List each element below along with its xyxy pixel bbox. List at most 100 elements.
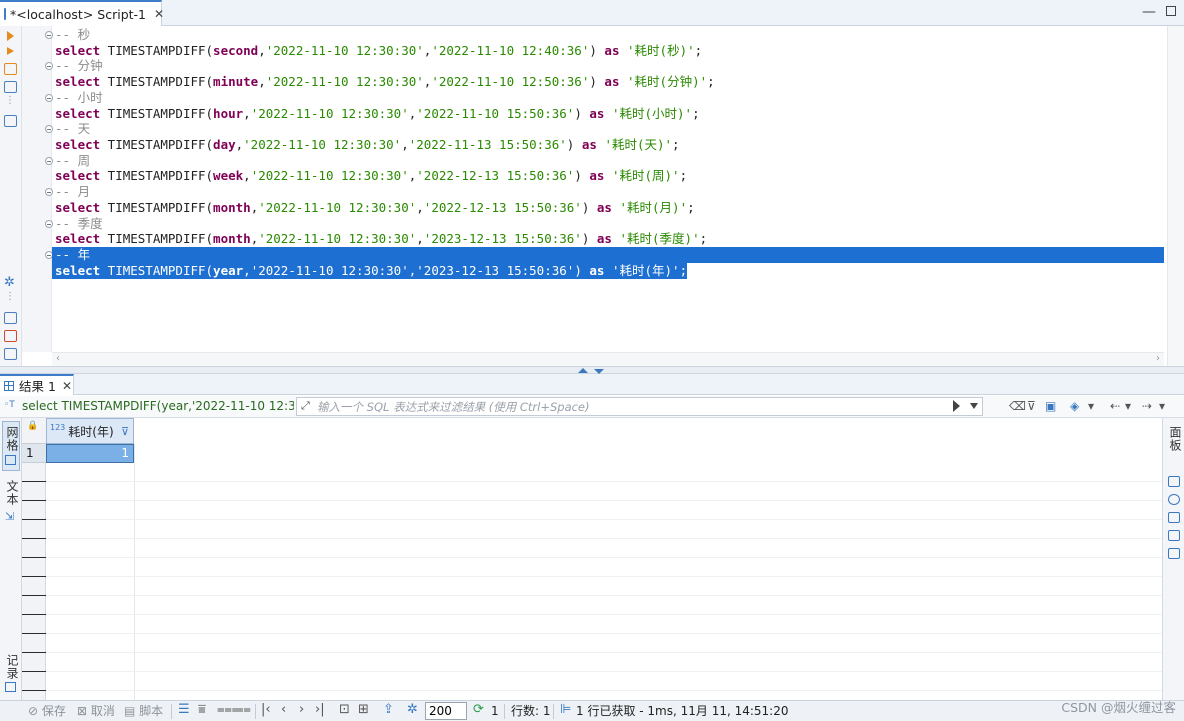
panels-label[interactable]: 面板: [1167, 426, 1184, 452]
result-cell[interactable]: 1: [46, 444, 134, 463]
save-file-icon[interactable]: [4, 348, 17, 360]
code-token: TIMESTAMPDIFF(: [100, 262, 214, 278]
scroll-right-icon[interactable]: ›: [1156, 353, 1160, 364]
forward-dropdown-icon[interactable]: ▾: [1159, 399, 1165, 413]
code-statement-line[interactable]: select TIMESTAMPDIFF(week,'2022-11-10 12…: [52, 168, 687, 184]
code-statement-line[interactable]: select TIMESTAMPDIFF(year,'2022-11-10 12…: [52, 262, 688, 279]
code-comment-line[interactable]: -- 周: [52, 153, 90, 169]
query-text[interactable]: select TIMESTAMPDIFF(year,'2022-11-10 12…: [22, 399, 294, 413]
forward-icon[interactable]: ⇢: [1142, 399, 1152, 413]
refresh-icon[interactable]: ⟳: [473, 702, 484, 717]
code-comment-line[interactable]: -- 秒: [52, 27, 90, 43]
panels-dropdown-icon[interactable]: ▾: [1088, 399, 1094, 413]
code-statement-line[interactable]: select TIMESTAMPDIFF(month,'2022-11-10 1…: [52, 200, 695, 216]
grid-line: [46, 519, 1162, 520]
code-statement-line[interactable]: select TIMESTAMPDIFF(day,'2022-11-10 12:…: [52, 137, 680, 153]
record-view-icon[interactable]: [5, 682, 16, 692]
code-statement-line[interactable]: select TIMESTAMPDIFF(second,'2022-11-10 …: [52, 43, 702, 59]
editor-results-splitter[interactable]: [0, 366, 1184, 374]
apply-filter-icon[interactable]: [953, 400, 960, 412]
metadata-panel-icon[interactable]: [1168, 494, 1180, 505]
column-title: 耗时(年): [68, 424, 114, 439]
code-statement-line[interactable]: select TIMESTAMPDIFF(minute,'2022-11-10 …: [52, 74, 715, 90]
nav-last-icon[interactable]: ›|: [315, 702, 325, 717]
grid-line: [46, 652, 1162, 653]
delete-row-icon[interactable]: ⩵: [236, 702, 251, 717]
gear-icon[interactable]: ✲: [4, 276, 17, 289]
column-header[interactable]: 123 耗时(年) ⊽: [46, 418, 134, 444]
filter-history-icon[interactable]: [970, 403, 978, 409]
import-icon[interactable]: [4, 330, 17, 342]
execute-script-icon[interactable]: [7, 47, 14, 55]
code-statement-line[interactable]: select TIMESTAMPDIFF(hour,'2022-11-10 12…: [52, 106, 700, 122]
script-button[interactable]: ▤ 脚本: [124, 703, 163, 720]
references-panel-icon[interactable]: [1168, 530, 1180, 541]
explain-plan-icon[interactable]: [4, 81, 17, 93]
export-data-icon[interactable]: ⇪: [383, 702, 394, 717]
filter-settings-icon[interactable]: ⊽: [1027, 399, 1036, 413]
save-button[interactable]: ⊘ 保存: [28, 703, 66, 720]
nav-first-icon[interactable]: |‹: [261, 702, 271, 717]
column-filter-icon[interactable]: ⊽: [121, 425, 129, 438]
tab-script-1[interactable]: *<localhost> Script-1 ✕: [0, 0, 164, 26]
back-dropdown-icon[interactable]: ▾: [1125, 399, 1131, 413]
close-result-tab-icon[interactable]: ✕: [62, 379, 72, 393]
code-token: '2022-11-13 15:50:36': [408, 137, 567, 153]
export-icon[interactable]: [4, 312, 17, 324]
record-view-label[interactable]: 记录: [4, 654, 21, 680]
code-area[interactable]: -- 秒 select TIMESTAMPDIFF(second,'2022-11…: [52, 26, 1167, 352]
code-token: minute: [213, 74, 259, 90]
code-comment-line[interactable]: -- 分钟: [52, 58, 103, 74]
run-icon[interactable]: [7, 31, 14, 41]
row-number[interactable]: 1: [22, 444, 46, 463]
maximize-icon[interactable]: [1166, 6, 1176, 16]
separator: [553, 704, 554, 719]
tab-result-1[interactable]: 结果 1 ✕: [0, 374, 74, 395]
results-grid[interactable]: 🔒 123 耗时(年) ⊽ 1 1: [22, 418, 1162, 700]
settings-gear-icon[interactable]: ✲: [407, 702, 418, 717]
nav-prev-icon[interactable]: ‹: [281, 702, 286, 717]
code-comment-line[interactable]: -- 月: [52, 184, 90, 200]
code-comment-line[interactable]: -- 小时: [52, 90, 103, 106]
expand-filter-icon[interactable]: ⤢: [301, 399, 310, 413]
text-view-icon[interactable]: ⇲: [5, 510, 16, 523]
add-row-icon[interactable]: ⩸: [198, 702, 206, 717]
back-icon[interactable]: ⇠: [1110, 399, 1120, 413]
value-panel-icon[interactable]: [1168, 476, 1180, 487]
fetch-info-icon: ⊫: [560, 702, 572, 717]
fetch-page-icon[interactable]: ⊡: [339, 702, 350, 717]
panels-toggle-icon[interactable]: ◈: [1070, 399, 1079, 413]
fetch-all-icon[interactable]: ⊞: [358, 702, 369, 717]
nav-next-icon[interactable]: ›: [299, 702, 304, 717]
code-token: ,: [258, 74, 266, 90]
console-icon[interactable]: [4, 115, 17, 127]
maximize-editor-icon[interactable]: [578, 368, 588, 373]
editor-vertical-scrollbar[interactable]: [1167, 26, 1184, 366]
filter-save-icon[interactable]: ▣: [1045, 399, 1056, 413]
code-token: -- 年: [55, 247, 91, 263]
grid-corner[interactable]: 🔒: [22, 418, 46, 444]
fetch-size-input[interactable]: [425, 702, 467, 720]
text-view-label[interactable]: 文本: [4, 480, 21, 506]
execute-new-tab-icon[interactable]: [4, 63, 17, 75]
filter-box: ⤢: [296, 397, 983, 416]
code-comment-line[interactable]: -- 天: [52, 121, 90, 137]
cancel-button[interactable]: ⊠ 取消: [77, 703, 115, 720]
filter-input[interactable]: [317, 398, 957, 415]
eraser-icon[interactable]: ⌫: [1009, 399, 1026, 413]
grid-line: [46, 481, 1162, 482]
grid-view-label[interactable]: 网格: [4, 426, 21, 452]
calc-panel-icon[interactable]: [1168, 512, 1180, 523]
grid-view-icon[interactable]: [5, 455, 16, 465]
code-token: select: [55, 137, 101, 153]
code-statement-line[interactable]: select TIMESTAMPDIFF(month,'2022-11-10 1…: [52, 231, 707, 247]
grouping-panel-icon[interactable]: [1168, 548, 1180, 559]
close-tab-icon[interactable]: ✕: [154, 7, 164, 21]
edit-row-icon[interactable]: ☰: [178, 702, 190, 717]
code-comment-line[interactable]: -- 年: [52, 247, 1164, 264]
editor-horizontal-scrollbar[interactable]: ‹ ›: [52, 352, 1164, 366]
code-comment-line[interactable]: -- 季度: [52, 216, 103, 232]
scroll-left-icon[interactable]: ‹: [56, 353, 60, 364]
minimize-icon[interactable]: —: [1142, 4, 1156, 20]
sql-editor[interactable]: -- 秒 select TIMESTAMPDIFF(second,'2022-11…: [22, 26, 1167, 352]
